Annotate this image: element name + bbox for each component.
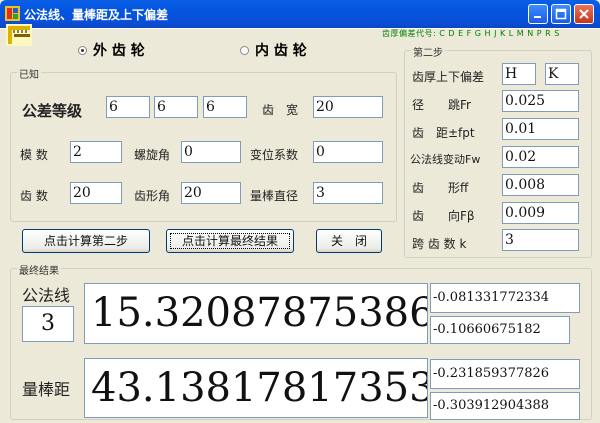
base-tangent-lower-deviation-output[interactable]: -0.10660675182	[430, 316, 570, 344]
tolerance-grade-2-input[interactable]: 6	[154, 96, 198, 118]
minimize-icon	[534, 16, 541, 18]
radial-runout-label: 径 跳Fr	[412, 98, 471, 112]
helix-angle-label: 螺旋角	[134, 148, 171, 162]
close-icon	[579, 9, 589, 19]
shift-coefficient-input[interactable]: 0	[313, 141, 383, 163]
span-count-label: 跨 齿 数 k	[412, 237, 467, 251]
tolerance-grade-label: 公差等级	[22, 102, 83, 120]
app-window: 公法线、量棒距及上下偏差 齿厚偏差代号: C D E F G H J K L M…	[0, 0, 600, 423]
base-tangent-variation-input[interactable]: 0.02	[502, 146, 579, 168]
maximize-button[interactable]	[551, 4, 571, 24]
over-pin-lower-deviation-output[interactable]: -0.303912904388	[430, 392, 580, 420]
teeth-count-label: 齿 数	[20, 189, 48, 203]
base-tangent-upper-deviation-output[interactable]: -0.081331772334	[430, 283, 580, 313]
span-k-output[interactable]: 3	[22, 306, 74, 342]
module-input[interactable]: 2	[70, 141, 122, 163]
module-label: 模 数	[20, 148, 48, 162]
rod-diameter-label: 量棒直径	[250, 189, 299, 203]
teeth-count-input[interactable]: 20	[70, 182, 122, 204]
close-window-button[interactable]	[574, 4, 594, 24]
span-count-input[interactable]: 3	[502, 229, 579, 251]
radio-dot	[78, 45, 87, 55]
internal-gear-label: 内 齿 轮	[255, 43, 307, 59]
over-pin-distance-label: 量棒距	[22, 380, 71, 399]
results-legend: 最终结果	[17, 262, 61, 277]
tooth-thickness-codes: 齿厚偏差代号: C D E F G H J K L M N P R S	[382, 29, 560, 38]
close-button[interactable]: 关 闭	[316, 229, 382, 253]
external-gear-label: 外 齿 轮	[93, 43, 145, 59]
caliper-icon	[6, 24, 32, 46]
pitch-deviation-input[interactable]: 0.01	[502, 118, 579, 140]
pitch-deviation-label: 齿 距±fpt	[412, 126, 475, 140]
radio-dot	[240, 45, 249, 55]
upper-deviation-input[interactable]: H	[502, 63, 536, 85]
base-tangent-length-output[interactable]: 15.32087875386	[84, 283, 428, 344]
over-pin-distance-output[interactable]: 43.13817817353	[84, 358, 428, 418]
lower-deviation-input[interactable]: K	[545, 63, 579, 85]
helix-angle-input[interactable]: 0	[181, 141, 241, 163]
tolerance-grade-1-input[interactable]: 6	[106, 96, 150, 118]
base-tangent-variation-label: 公法线变动Fw	[410, 153, 481, 166]
pressure-angle-label: 齿形角	[134, 189, 171, 203]
profile-error-label: 齿 形ff	[412, 181, 469, 195]
external-gear-radio[interactable]: 外 齿 轮	[78, 40, 145, 60]
tolerance-grade-3-input[interactable]: 6	[203, 96, 247, 118]
over-pin-upper-deviation-output[interactable]: -0.231859377826	[430, 359, 580, 389]
shift-coefficient-label: 变位系数	[250, 148, 299, 162]
face-width-input[interactable]: 20	[313, 96, 383, 118]
lead-error-label: 齿 向Fβ	[412, 209, 475, 223]
app-icon	[5, 6, 20, 21]
step2-legend: 第二步	[411, 44, 445, 59]
calc-final-button[interactable]: 点击计算最终结果	[166, 229, 294, 253]
known-legend: 已知	[17, 66, 41, 81]
face-width-label: 齿 宽	[262, 103, 299, 117]
pressure-angle-input[interactable]: 20	[181, 182, 241, 204]
thickness-deviation-label: 齿厚上下偏差	[412, 70, 485, 84]
profile-error-input[interactable]: 0.008	[502, 174, 579, 196]
rod-diameter-input[interactable]: 3	[313, 182, 383, 204]
minimize-button[interactable]	[528, 4, 548, 24]
internal-gear-radio[interactable]: 内 齿 轮	[240, 40, 307, 60]
base-tangent-length-label: 公法线	[22, 286, 71, 305]
calc-step2-button[interactable]: 点击计算第二步	[22, 229, 150, 253]
window-title: 公法线、量棒距及上下偏差	[24, 8, 169, 22]
radial-runout-input[interactable]: 0.025	[502, 90, 579, 112]
title-bar[interactable]: 公法线、量棒距及上下偏差	[0, 0, 600, 28]
lead-error-input[interactable]: 0.009	[502, 202, 579, 224]
maximize-icon	[555, 8, 567, 20]
